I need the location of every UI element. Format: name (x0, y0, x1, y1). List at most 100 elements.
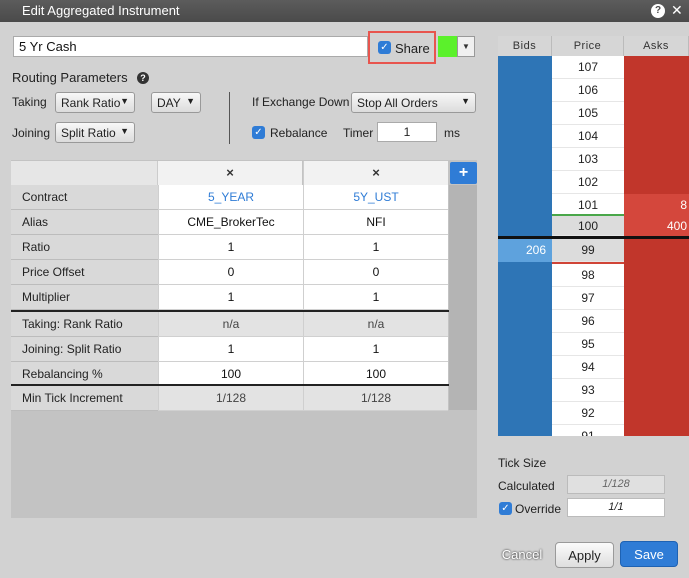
grid-row-min-tick: Min Tick Increment 1/128 1/128 (11, 386, 449, 411)
price-level: 99 (552, 239, 624, 262)
remove-column-2-button[interactable]: × (303, 161, 448, 185)
price-level: 92 (552, 402, 624, 425)
calculated-label: Calculated (498, 479, 555, 493)
price-offset-cell[interactable]: 0 (158, 260, 303, 285)
remove-column-1-button[interactable]: × (157, 161, 302, 185)
price-header: Price (552, 36, 624, 56)
rebalance-label: Rebalance (270, 126, 328, 140)
question-icon[interactable]: ? (137, 72, 149, 84)
timer-label: Timer (343, 126, 374, 140)
joining-select[interactable]: Split Ratio ▼ (55, 122, 135, 143)
cancel-button[interactable]: Cancel (500, 542, 544, 568)
price-level: 97 (552, 287, 624, 310)
price-level: 98 (552, 264, 624, 287)
bids-header: Bids (498, 36, 552, 56)
row-label: Alias (11, 210, 158, 235)
row-label: Taking: Rank Ratio (11, 312, 158, 337)
price-ladder[interactable]: Bids Price Asks 107 106 105 104 103 102 … (498, 36, 689, 436)
asks-column[interactable] (624, 56, 689, 436)
override-input[interactable]: 1/1 (567, 498, 665, 517)
contract-cell[interactable]: 5_YEAR (158, 185, 303, 210)
share-toggle[interactable]: ✓ Share (368, 31, 436, 64)
apply-button[interactable]: Apply (555, 542, 614, 568)
price-level: 107 (552, 56, 624, 79)
override-label: Override (515, 502, 562, 516)
price-level: 102 (552, 171, 624, 194)
ratio-cell[interactable]: 1 (158, 235, 303, 260)
grid-row-multiplier: Multiplier 1 1 (11, 285, 449, 310)
asks-header: Asks (624, 36, 689, 56)
grid-gutter (449, 185, 477, 410)
ratio-cell[interactable]: 1 (303, 235, 448, 260)
price-level: 95 (552, 333, 624, 356)
ask-quantity[interactable]: 400 (624, 216, 689, 236)
taking-rank-ratio-cell: n/a (303, 312, 448, 337)
price-level: 93 (552, 379, 624, 402)
ask-quantity[interactable]: 8 (624, 194, 689, 216)
price-level: 105 (552, 102, 624, 125)
color-dropdown-button[interactable]: ▼ (457, 36, 475, 57)
alias-cell[interactable]: NFI (303, 210, 448, 235)
min-tick-cell: 1/128 (158, 386, 303, 411)
joining-split-ratio-cell[interactable]: 1 (158, 337, 303, 362)
row-label: Ratio (11, 235, 158, 260)
price-level: 96 (552, 310, 624, 333)
grid-row-joining-split-ratio: Joining: Split Ratio 1 1 (11, 337, 449, 362)
color-swatch[interactable] (438, 36, 457, 57)
multiplier-cell[interactable]: 1 (303, 285, 448, 310)
price-level: 104 (552, 125, 624, 148)
grid-row-ratio: Ratio 1 1 (11, 235, 449, 260)
bid-quantity[interactable]: 206 (498, 239, 552, 262)
price-level: 91 (552, 425, 624, 436)
row-label: Joining: Split Ratio (11, 337, 158, 362)
multiplier-cell[interactable]: 1 (158, 285, 303, 310)
chevron-down-icon: ▼ (120, 96, 129, 106)
timer-unit: ms (444, 126, 460, 140)
grid-header-corner (11, 161, 157, 185)
tick-size-heading: Tick Size (498, 456, 547, 470)
instrument-name-input[interactable]: 5 Yr Cash (13, 36, 368, 57)
exchange-down-select[interactable]: Stop All Orders ▼ (351, 92, 476, 113)
price-level: 94 (552, 356, 624, 379)
price-level: 103 (552, 148, 624, 171)
joining-split-ratio-cell[interactable]: 1 (303, 337, 448, 362)
grid-row-contract: Contract 5_YEAR 5Y_UST (11, 185, 449, 210)
last-traded-high-line (552, 214, 624, 216)
grid-row-alias: Alias CME_BrokerTec NFI (11, 210, 449, 235)
price-level: 106 (552, 79, 624, 102)
share-checkbox[interactable]: ✓ (378, 41, 391, 54)
row-label: Min Tick Increment (11, 386, 158, 411)
exchange-down-label: If Exchange Down (252, 95, 350, 109)
calculated-field: 1/128 (567, 475, 665, 494)
taking-rank-ratio-cell: n/a (158, 312, 303, 337)
title-bar: Edit Aggregated Instrument ? ✕ (0, 0, 689, 22)
taking-select[interactable]: Rank Ratio ▼ (55, 92, 135, 113)
routing-parameters-heading: Routing Parameters (12, 70, 128, 85)
chevron-down-icon: ▼ (186, 96, 195, 106)
window-title: Edit Aggregated Instrument (22, 3, 180, 18)
chevron-down-icon: ▼ (461, 96, 470, 106)
taking-select-value: Rank Ratio (61, 96, 121, 110)
row-label: Contract (11, 185, 158, 210)
save-button[interactable]: Save (620, 541, 678, 567)
price-level: 100 (552, 216, 624, 236)
timer-input[interactable]: 1 (377, 122, 437, 142)
alias-cell[interactable]: CME_BrokerTec (158, 210, 303, 235)
joining-label: Joining (12, 126, 51, 140)
tif-select[interactable]: DAY ▼ (151, 92, 201, 113)
divider (229, 92, 230, 144)
row-label: Multiplier (11, 285, 158, 310)
joining-select-value: Split Ratio (61, 126, 116, 140)
price-offset-cell[interactable]: 0 (303, 260, 448, 285)
last-traded-low-line (552, 262, 624, 264)
help-icon[interactable]: ? (651, 4, 665, 18)
row-label: Price Offset (11, 260, 158, 285)
contract-cell[interactable]: 5Y_UST (303, 185, 448, 210)
rebalance-checkbox[interactable]: ✓ (252, 126, 265, 139)
close-icon[interactable]: ✕ (671, 2, 683, 19)
taking-label: Taking (12, 95, 47, 109)
add-column-button[interactable]: + (450, 162, 477, 184)
override-checkbox[interactable]: ✓ (499, 502, 512, 515)
grid-row-price-offset: Price Offset 0 0 (11, 260, 449, 285)
min-tick-cell: 1/128 (303, 386, 448, 411)
